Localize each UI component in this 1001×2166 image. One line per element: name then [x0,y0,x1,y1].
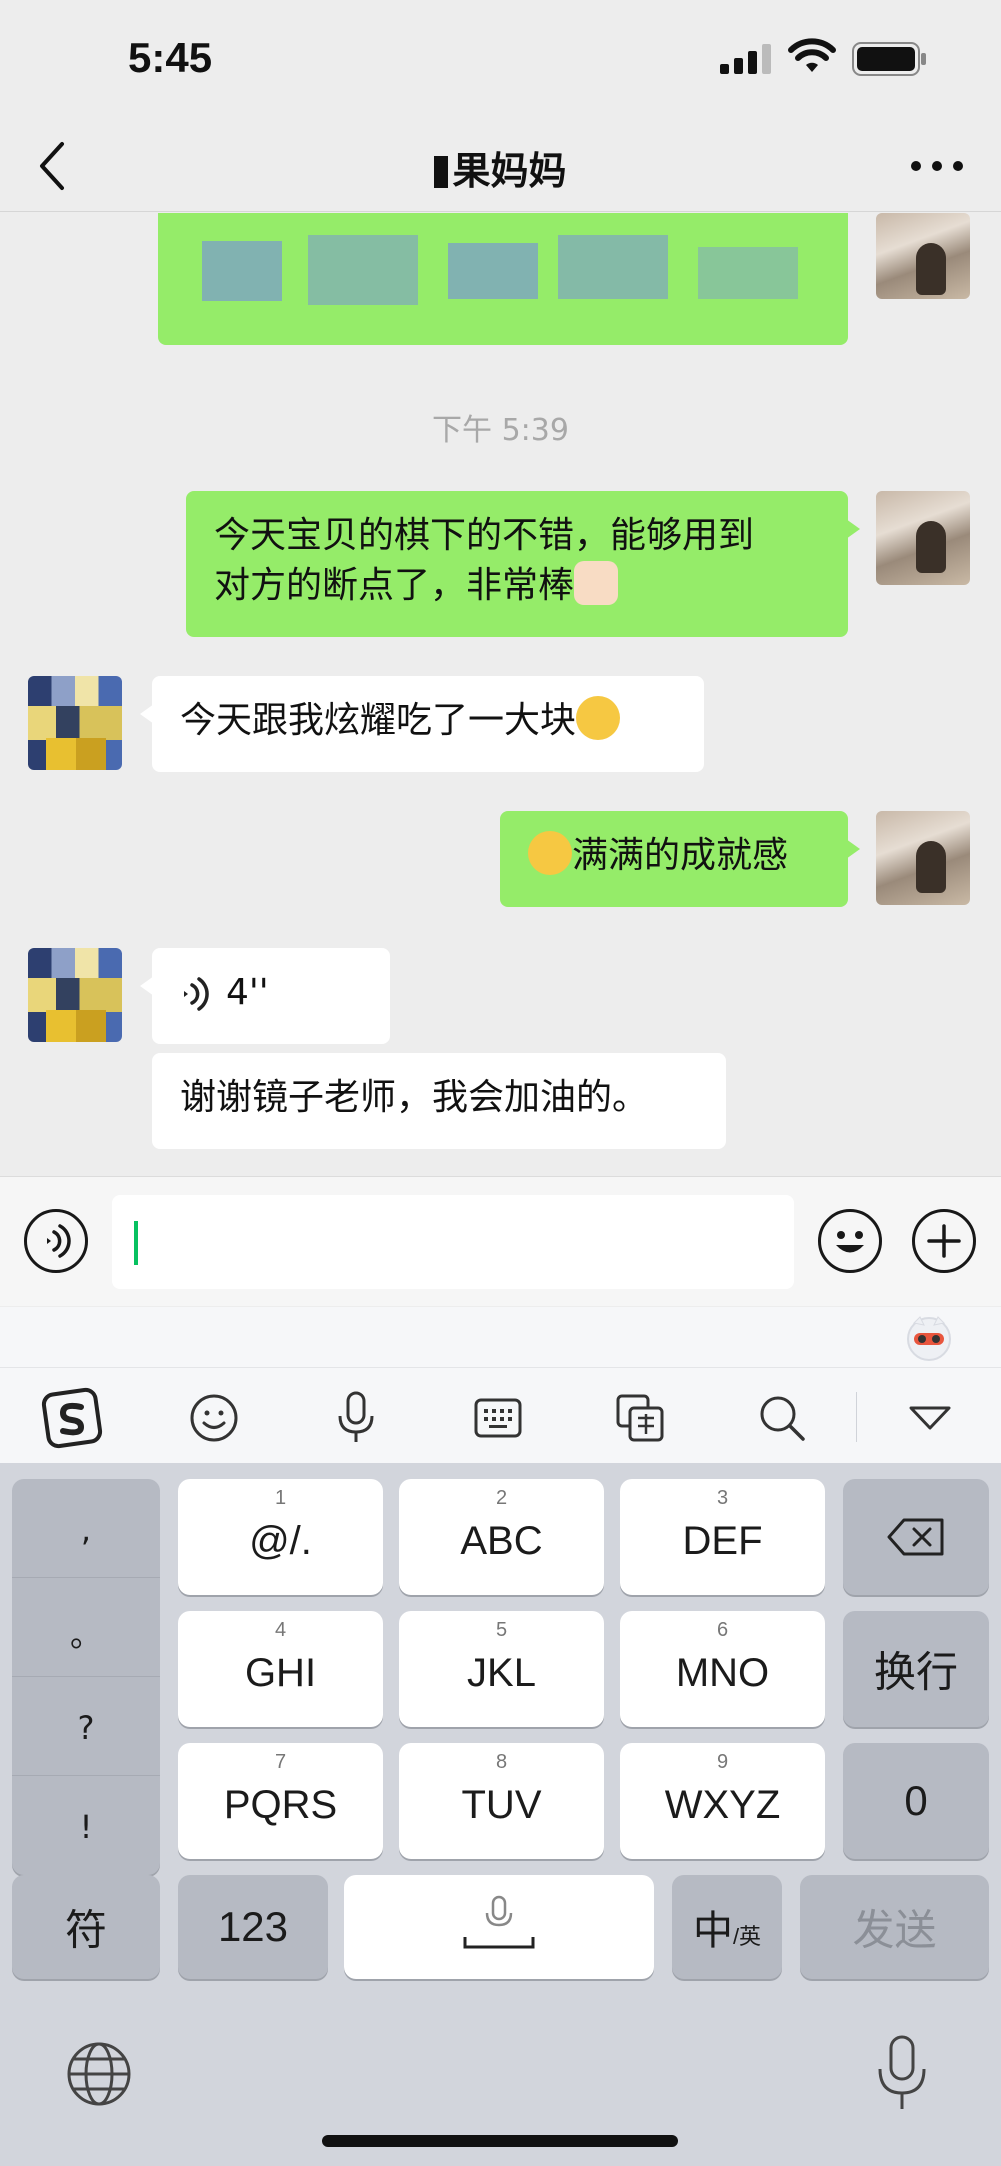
more-icon[interactable] [910,156,964,176]
voice-duration: 4'' [226,972,269,1013]
key-6[interactable]: 6 MNO [620,1611,825,1727]
message-bubble-self[interactable]: 今天宝贝的棋下的不错，能够用到 对方的断点了，非常棒 [186,491,860,637]
message-text: 满满的成就感 [572,835,789,876]
contact-avatar[interactable] [28,948,122,1042]
emoji-button[interactable] [818,1209,882,1273]
voice-wave-icon [184,977,209,1011]
text-caret [134,1221,138,1265]
keyboard-mascot-icon[interactable] [904,1313,954,1361]
voice-input-button[interactable] [24,1209,88,1273]
nine-key-keyboard: , 。 ? ! 1 @/. 2 ABC 3 DEF 4 GHI 5 JKL 6 … [0,1463,1001,2166]
self-avatar[interactable] [876,491,970,585]
keyboard-layout-button[interactable] [466,1386,530,1450]
search-icon [760,1396,805,1441]
symbols-key[interactable]: 符 [12,1875,160,1979]
key-3[interactable]: 3 DEF [620,1479,825,1595]
message-timestamp: 下午 5:39 [432,413,569,448]
status-bar: 5:45 [0,0,1001,120]
message-bubble-other[interactable]: 谢谢镜子老师，我会加油的。 [152,1053,726,1149]
voice-icon [47,1224,71,1258]
sogou-logo-button[interactable] [40,1386,104,1450]
voice-message-bubble[interactable]: 4'' [140,948,390,1044]
signal-icon [720,44,771,74]
wifi-icon [788,38,836,72]
collapse-keyboard-button[interactable] [898,1386,962,1450]
punct-key-question[interactable]: ? [12,1677,160,1776]
key-8[interactable]: 8 TUV [399,1743,604,1859]
chat-header: 果妈妈 [0,120,1001,212]
plus-icon [927,1224,961,1258]
space-mic-icon [463,1895,535,1949]
key-2[interactable]: 2 ABC [399,1479,604,1595]
space-key[interactable] [344,1875,654,1979]
message-text: 谢谢镜子老师，我会加油的。 [180,1077,649,1118]
chevron-down-icon [909,1406,951,1430]
emoji-panel-button[interactable] [182,1386,246,1450]
blurred-message-bubble[interactable] [158,213,848,345]
battery-icon [852,42,926,76]
message-list[interactable]: 下午 5:39 今天宝贝的棋下的不错，能够用到 对方的断点了，非常棒 今天跟我炫… [0,213,1001,1175]
contact-name: 果妈妈 [452,149,567,193]
smiley-icon [836,1231,864,1253]
punct-key-period[interactable]: 。 [12,1578,160,1677]
smirk-emoji-icon [576,696,621,740]
newline-key[interactable]: 换行 [843,1611,989,1727]
message-text: 今天宝贝的棋下的不错，能够用到 [214,515,755,556]
language-switch-key[interactable]: 中/英 [672,1875,782,1979]
voice-typing-button[interactable] [324,1386,388,1450]
key-7[interactable]: 7 PQRS [178,1743,383,1859]
chat-title: 果妈妈 [0,140,1001,195]
send-key[interactable]: 发送 [800,1875,989,1979]
key-4[interactable]: 4 GHI [178,1611,383,1727]
microphone-icon [338,1391,374,1442]
more-functions-button[interactable] [912,1209,976,1273]
key-9[interactable]: 9 WXYZ [620,1743,825,1859]
keyboard-suggestion-strip [0,1307,1001,1367]
home-indicator[interactable] [322,2135,678,2147]
message-bubble-self[interactable]: 满满的成就感 [500,811,860,907]
contact-avatar[interactable] [28,676,122,770]
translate-button[interactable] [608,1386,672,1450]
punct-key-exclaim[interactable]: ! [12,1776,160,1875]
punct-key-comma[interactable]: , [12,1479,160,1578]
input-bar [0,1176,1001,1306]
keyboard-icon [474,1398,522,1438]
message-bubble-other[interactable]: 今天跟我炫耀吃了一大块 [140,676,704,772]
message-text: 今天跟我炫耀吃了一大块 [180,700,577,741]
key-1[interactable]: 1 @/. [178,1479,383,1595]
globe-icon[interactable] [64,2039,134,2109]
punctuation-column[interactable]: , 。 ? ! [12,1479,160,1875]
title-redaction-mark [434,156,449,188]
search-button[interactable] [750,1386,814,1450]
keyboard-toolbar [0,1367,1001,1463]
grin-emoji-icon [528,831,572,875]
key-0[interactable]: 0 [843,1743,989,1859]
status-time: 5:45 [128,34,213,81]
toolbar-divider [856,1392,857,1442]
self-avatar[interactable] [876,811,970,905]
backspace-icon [887,1518,944,1556]
message-input[interactable] [112,1195,794,1289]
backspace-key[interactable] [843,1479,989,1595]
dictation-mic-icon[interactable] [872,2033,932,2113]
thumbs-up-icon [574,561,619,605]
translate-icon [616,1394,664,1442]
smiley-outline-icon [190,1394,238,1442]
numbers-key[interactable]: 123 [178,1875,328,1979]
message-text-line2: 对方的断点了，非常棒 [214,561,820,611]
sogou-logo-icon [41,1387,103,1449]
self-avatar[interactable] [876,213,970,299]
key-5[interactable]: 5 JKL [399,1611,604,1727]
